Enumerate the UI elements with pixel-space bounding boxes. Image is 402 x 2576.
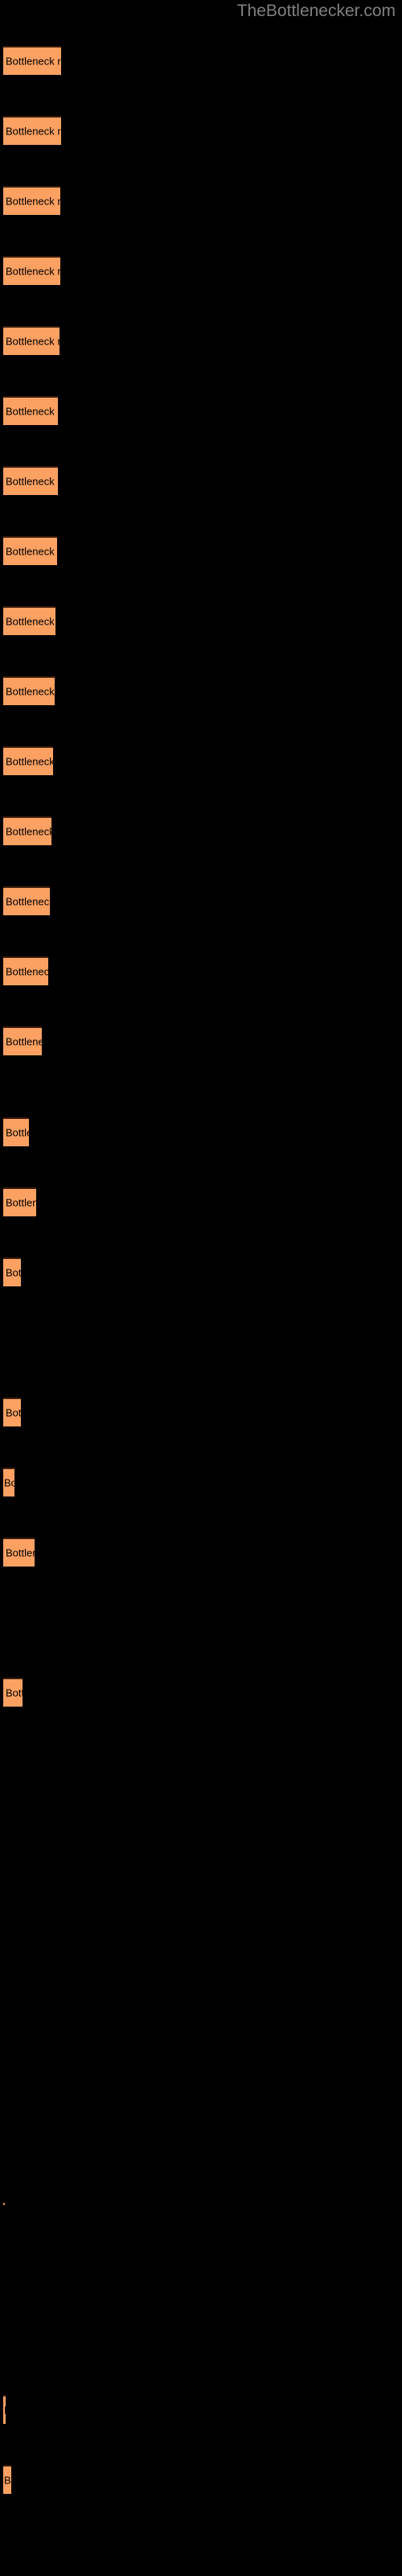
bar-17[interactable]: Bottleneck result (3, 1187, 36, 1216)
bar-13[interactable]: Bottleneck result (3, 886, 50, 915)
bar-19[interactable]: Bottleneck result (3, 1397, 21, 1426)
bar-label: Bottleneck result (6, 615, 55, 628)
bar-label: Bottleneck result (4, 2405, 6, 2417)
bar-6[interactable]: Bottleneck result (3, 396, 58, 425)
bar-label: Bottleneck result (6, 405, 58, 418)
bar-label: Bottleneck result (6, 825, 51, 838)
bar-label: Bottleneck result (6, 1126, 29, 1139)
bar-row: Bottleneck result (0, 326, 402, 355)
bar-row: Bottleneck result (0, 1397, 402, 1426)
bar-18[interactable]: Bottleneck result (3, 1257, 21, 1286)
bar-row: Bottleneck result (0, 186, 402, 215)
bar-7[interactable]: Bottleneck result (3, 466, 58, 495)
bar-row: Bottleneck result (0, 1257, 402, 1286)
bar-label: Bottleneck result (6, 1196, 36, 1209)
bar-row: Bottleneck result (0, 746, 402, 775)
bar-3[interactable]: Bottleneck result (3, 186, 60, 215)
bar-label: Bottleneck result (6, 545, 57, 558)
bar-label: Bottleneck result (6, 125, 61, 138)
bar-23[interactable]: Bottleneck result (3, 2202, 5, 2205)
bar-2[interactable]: Bottleneck result (3, 116, 61, 145)
bar-row: Bottleneck result (0, 1187, 402, 1216)
bar-label: Bottleneck result (6, 1406, 21, 1419)
bar-row: Bottleneck result (0, 816, 402, 845)
bar-row: Bottleneck result (0, 256, 402, 285)
bar-20[interactable]: Bottleneck result (3, 1468, 14, 1496)
bar-row: Bottleneck result (0, 2395, 402, 2424)
chart-page: TheBottlenecker.com Bottleneck resultBot… (0, 0, 402, 2576)
bar-24[interactable]: Bottleneck result (3, 2395, 6, 2424)
bar-5[interactable]: Bottleneck result (3, 326, 59, 355)
bar-label: Bottleneck result (4, 2474, 11, 2487)
bar-label: Bottleneck result (4, 2203, 5, 2205)
bar-label: Bottleneck result (6, 1546, 35, 1559)
bar-22[interactable]: Bottleneck result (3, 1678, 23, 1707)
bar-row: Bottleneck result (0, 1538, 402, 1567)
bar-label: Bottleneck result (6, 195, 60, 208)
bar-4[interactable]: Bottleneck result (3, 256, 60, 285)
bar-row: Bottleneck result (0, 1117, 402, 1146)
bar-row: Bottleneck result (0, 2465, 402, 2494)
bar-row: Bottleneck result (0, 2202, 402, 2205)
bar-12[interactable]: Bottleneck result (3, 816, 51, 845)
bar-row: Bottleneck result (0, 676, 402, 705)
bar-chart: Bottleneck result Bottleneck result Bottle… (0, 0, 402, 2576)
bar-label: Bottleneck result (6, 335, 59, 348)
bar-label: Bottleneck result (6, 55, 61, 68)
bar-row: Bottleneck result (0, 46, 402, 75)
bar-row: Bottleneck result (0, 536, 402, 565)
bar-25[interactable]: Bottleneck result (3, 2465, 11, 2494)
bar-15[interactable]: Bottleneck result (3, 1026, 42, 1055)
bar-row: Bottleneck result (0, 466, 402, 495)
bar-row: Bottleneck result (0, 886, 402, 915)
bar-label: Bottleneck result (6, 1035, 42, 1048)
bar-row: Bottleneck result (0, 396, 402, 425)
bar-14[interactable]: Bottleneck result (3, 956, 48, 985)
bar-label: Bottleneck result (6, 265, 60, 278)
bar-row: Bottleneck result (0, 606, 402, 635)
bar-1[interactable]: Bottleneck result (3, 46, 61, 75)
bar-label: Bottleneck result (6, 965, 48, 978)
bar-8[interactable]: Bottleneck result (3, 536, 57, 565)
bar-11[interactable]: Bottleneck result (3, 746, 53, 775)
bar-10[interactable]: Bottleneck result (3, 676, 55, 705)
bar-row: Bottleneck result (0, 956, 402, 985)
bar-label: Bottleneck result (6, 755, 53, 768)
bar-label: Bottleneck result (4, 1476, 14, 1489)
bar-label: Bottleneck result (6, 685, 55, 698)
bar-row: Bottleneck result (0, 1468, 402, 1496)
bar-16[interactable]: Bottleneck result (3, 1117, 29, 1146)
bar-label: Bottleneck result (6, 1266, 21, 1279)
bar-row: Bottleneck result (0, 1026, 402, 1055)
bar-row: Bottleneck result (0, 116, 402, 145)
bar-label: Bottleneck result (6, 1686, 23, 1699)
bar-label: Bottleneck result (6, 475, 58, 488)
bar-row: Bottleneck result (0, 1678, 402, 1707)
bar-label: Bottleneck result (6, 895, 50, 908)
bar-9[interactable]: Bottleneck result (3, 606, 55, 635)
bar-21[interactable]: Bottleneck result (3, 1538, 35, 1567)
